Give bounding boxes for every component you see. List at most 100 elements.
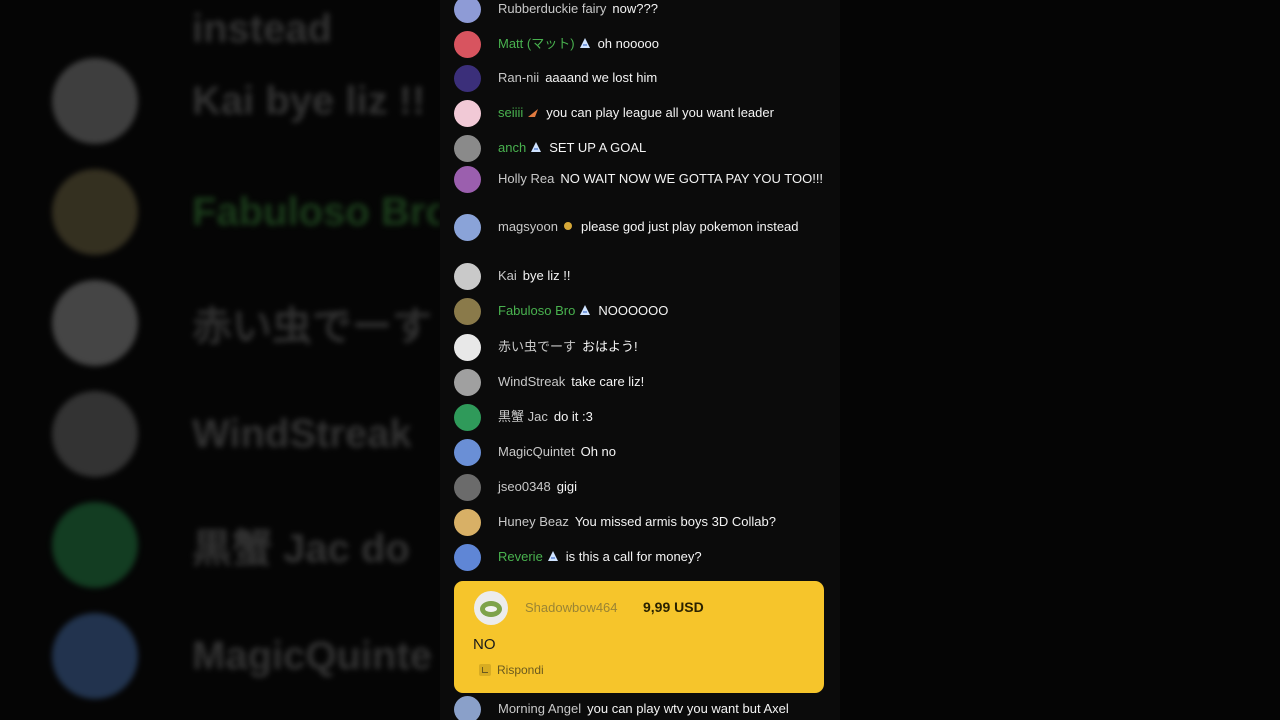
avatar[interactable]: [454, 263, 481, 290]
bg-row: Kai bye liz !!: [52, 58, 425, 144]
chat-message[interactable]: 黒蟹 Jac do it :3: [454, 404, 834, 431]
bg-avatar: [52, 502, 138, 588]
avatar[interactable]: [454, 404, 481, 431]
message-text: take care liz!: [571, 374, 645, 389]
message-text: Oh no: [580, 444, 617, 459]
avatar[interactable]: [454, 65, 481, 92]
avatar[interactable]: [454, 31, 481, 58]
bg-avatar: [52, 391, 138, 477]
author-name[interactable]: Fabuloso Bro: [498, 303, 575, 318]
chat-message[interactable]: WindStreak take care liz!: [454, 369, 834, 396]
message-text: SET UP A GOAL: [549, 140, 647, 155]
author-name[interactable]: Huney Beaz: [498, 514, 569, 529]
bg-avatar: [52, 280, 138, 366]
super-chat-message: NO: [473, 636, 496, 653]
message-text: do it :3: [553, 409, 593, 424]
chat-message[interactable]: Morning Angel you can play wtv you want b…: [454, 696, 834, 720]
author-name[interactable]: anch: [498, 140, 526, 155]
avatar[interactable]: [454, 369, 481, 396]
chat-message[interactable]: jseo0348 gigi: [454, 474, 834, 501]
author-name[interactable]: magsyoon: [498, 219, 558, 234]
chat-message[interactable]: magsyoon please god just play pokemon ins…: [454, 214, 834, 241]
member-badge-icon: [547, 551, 558, 561]
reply-label: Rispondi: [497, 663, 544, 677]
message-text: you can play league all you want leader: [546, 105, 774, 120]
avatar[interactable]: [454, 544, 481, 571]
bg-row: 黒蟹 Jac do: [52, 502, 410, 588]
author-name[interactable]: Reverie: [498, 549, 543, 564]
reply-button[interactable]: Rispondi: [479, 663, 544, 677]
message-text: oh nooooo: [597, 36, 660, 51]
member-badge-icon: [528, 109, 539, 117]
author-name[interactable]: jseo0348: [498, 479, 551, 494]
chat-message[interactable]: Matt (マット) oh nooooo: [454, 31, 834, 58]
avatar[interactable]: [454, 166, 481, 193]
message-text: aaaand we lost him: [545, 70, 658, 85]
avatar[interactable]: [454, 474, 481, 501]
message-text: now???: [612, 1, 658, 16]
bg-row: Fabuloso Bro: [52, 169, 440, 255]
chat-message[interactable]: seiiii you can play league all you want l…: [454, 100, 834, 127]
bg-text: instead: [192, 6, 333, 51]
message-text: bye liz !!: [522, 268, 571, 283]
avatar[interactable]: [454, 214, 481, 241]
chat-message[interactable]: Holly Rea NO WAIT NOW WE GOTTA PAY YOU TO…: [454, 166, 834, 193]
bg-avatar: [52, 169, 138, 255]
author-name[interactable]: Matt (マット): [498, 36, 575, 51]
author-name[interactable]: seiiii: [498, 105, 523, 120]
message-text: NO WAIT NOW WE GOTTA PAY YOU TOO!!!: [560, 171, 824, 186]
chat-message[interactable]: Kai bye liz !!: [454, 263, 834, 290]
reply-icon: [479, 664, 491, 676]
chat-message[interactable]: 赤い虫でーす おはよう!: [454, 334, 834, 361]
message-text: is this a call for money?: [565, 549, 702, 564]
author-name[interactable]: Ran-nii: [498, 70, 539, 85]
message-text: NOOOOOO: [598, 303, 669, 318]
author-name[interactable]: Kai: [498, 268, 517, 283]
author-name[interactable]: 赤い虫でーす: [498, 339, 576, 354]
message-text: You missed armis boys 3D Collab?: [574, 514, 776, 529]
super-chat-amount: 9,99 USD: [643, 599, 704, 615]
super-chat-author[interactable]: Shadowbow464: [525, 600, 618, 615]
bg-text: 黒蟹 Jac do: [192, 527, 410, 571]
avatar[interactable]: [454, 298, 481, 325]
author-name[interactable]: Rubberduckie fairy: [498, 1, 606, 16]
chat-message[interactable]: Fabuloso Bro NOOOOOO: [454, 298, 834, 325]
avatar[interactable]: [454, 439, 481, 466]
sparkle-emoji-icon: [563, 222, 572, 230]
avatar[interactable]: [474, 591, 508, 625]
bg-text: Kai bye liz !!: [192, 78, 426, 123]
avatar[interactable]: [454, 696, 481, 720]
avatar[interactable]: [454, 509, 481, 536]
bg-row: 赤い虫でーす: [52, 280, 432, 366]
blurred-background: instead Kai bye liz !! Fabuloso Bro 赤い虫で…: [0, 0, 440, 720]
chat-message[interactable]: Rubberduckie fairy now???: [454, 0, 834, 23]
bg-text: 赤い虫でーす: [192, 305, 432, 349]
member-badge-icon: [580, 305, 591, 315]
chat-message[interactable]: anch SET UP A GOAL: [454, 135, 834, 162]
avatar[interactable]: [454, 0, 481, 23]
chat-message[interactable]: Ran-nii aaaand we lost him: [454, 65, 834, 92]
super-chat-card[interactable]: Shadowbow464 9,99 USD NO Rispondi: [454, 581, 824, 693]
author-name[interactable]: WindStreak: [498, 374, 565, 389]
author-name[interactable]: 黒蟹 Jac: [498, 409, 548, 424]
message-text: おはよう!: [582, 339, 638, 354]
chat-message[interactable]: MagicQuintet Oh no: [454, 439, 834, 466]
chat-message[interactable]: Huney Beaz You missed armis boys 3D Colla…: [454, 509, 834, 536]
author-name[interactable]: Morning Angel: [498, 701, 581, 716]
chat-message[interactable]: Reverie is this a call for money?: [454, 544, 834, 571]
author-name[interactable]: MagicQuintet: [498, 444, 575, 459]
bg-avatar: [52, 613, 138, 699]
member-badge-icon: [579, 38, 590, 48]
avatar[interactable]: [454, 135, 481, 162]
author-name[interactable]: Holly Rea: [498, 171, 554, 186]
bg-text: Fabuloso Bro: [192, 189, 440, 234]
bg-avatar: [52, 58, 138, 144]
message-text: please god just play pokemon instead: [580, 219, 799, 234]
message-text: you can play wtv you want but Axel: [587, 701, 789, 716]
avatar[interactable]: [454, 100, 481, 127]
member-badge-icon: [531, 142, 542, 152]
bg-text: WindStreak: [192, 411, 412, 456]
bg-row: WindStreak: [52, 391, 412, 477]
bg-text: MagicQuinte: [192, 633, 433, 678]
avatar[interactable]: [454, 334, 481, 361]
